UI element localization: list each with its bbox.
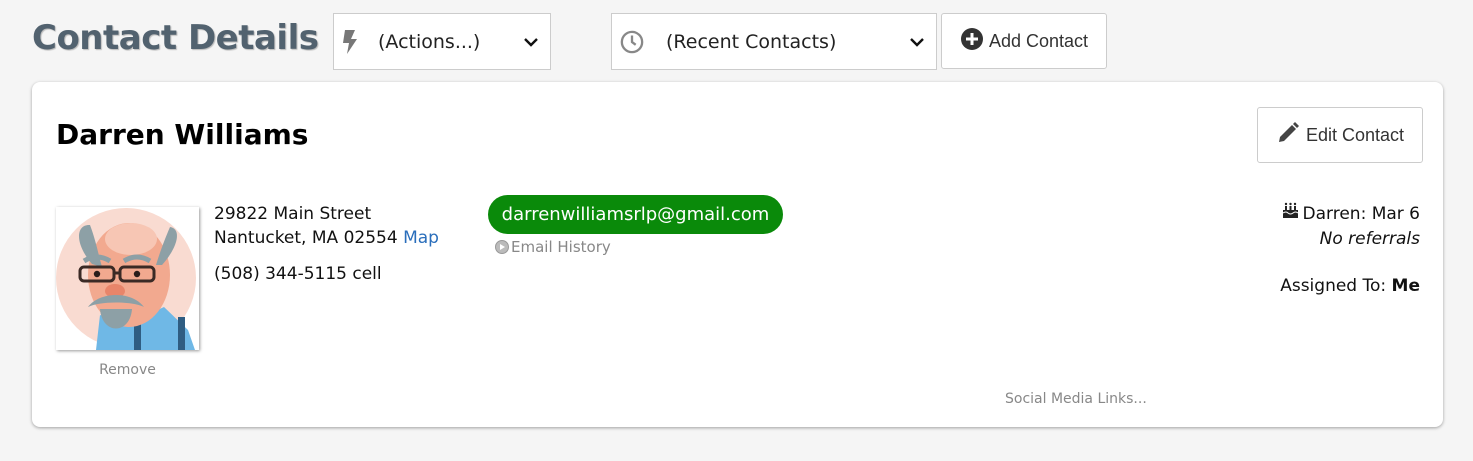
plus-circle-icon [960, 27, 989, 56]
address-line-2: Nantucket, MA 02554 Map [214, 226, 439, 250]
assigned-label: Assigned To: [1280, 276, 1387, 296]
add-contact-button[interactable]: Add Contact [941, 13, 1107, 69]
referrals-text: No referrals [1319, 229, 1420, 249]
contact-card: Darren Williams Edit Contact Remove 2982… [32, 82, 1443, 427]
map-link[interactable]: Map [403, 228, 439, 248]
actions-label: (Actions...) [378, 30, 481, 53]
add-contact-label: Add Contact [988, 30, 1089, 51]
chevron-down-icon [908, 33, 926, 51]
assigned-value[interactable]: Me [1392, 276, 1420, 296]
chevron-down-icon [522, 33, 540, 51]
page-title: Contact Details [32, 18, 319, 58]
social-media-links[interactable]: Social Media Links... [1005, 391, 1147, 407]
email-button[interactable]: darrenwilliamsrlp@gmail.com [488, 195, 783, 234]
phone-number[interactable]: (508) 344-5115 cell [214, 262, 382, 286]
address-line-1: 29822 Main Street [214, 204, 372, 224]
birthday-text: Darren: Mar 6 [1302, 204, 1420, 224]
email-history-link[interactable]: Email History [495, 238, 611, 256]
email-history-label: Email History [511, 238, 611, 256]
recent-contacts-label: (Recent Contacts) [666, 30, 837, 53]
assigned-to: Assigned To: Me [1280, 274, 1420, 298]
recent-contacts-dropdown[interactable]: (Recent Contacts) [611, 13, 937, 70]
lightning-icon [338, 29, 362, 54]
edit-contact-label: Edit Contact [1305, 124, 1405, 145]
city-state-zip: Nantucket, MA 02554 [214, 228, 398, 248]
edit-contact-button[interactable]: Edit Contact [1257, 107, 1423, 163]
birthday-info: Darren: Mar 6 [1282, 202, 1420, 226]
pencil-icon [1276, 121, 1306, 150]
remove-photo-link[interactable]: Remove [56, 362, 199, 378]
play-circle-icon [495, 240, 509, 254]
clock-icon [620, 30, 644, 54]
avatar[interactable] [56, 207, 199, 350]
cake-icon [1282, 202, 1303, 226]
actions-dropdown[interactable]: (Actions...) [333, 13, 551, 70]
contact-name: Darren Williams [56, 118, 309, 151]
